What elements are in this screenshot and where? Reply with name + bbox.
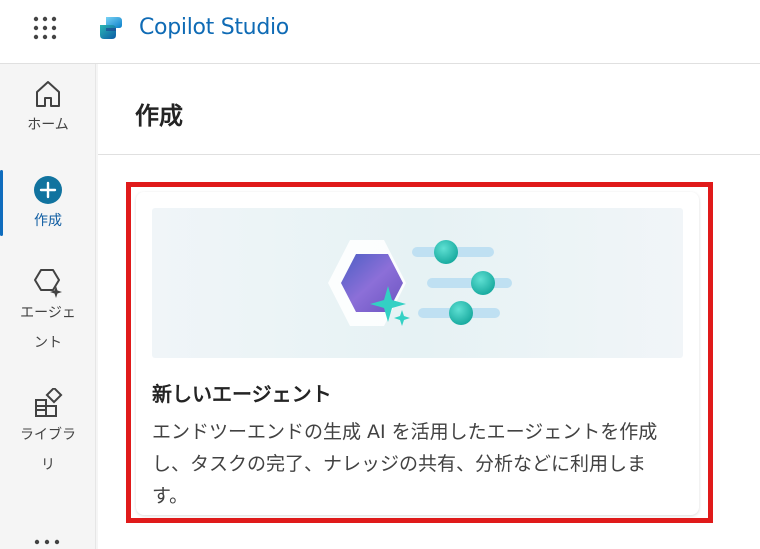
copilot-studio-logo [100, 17, 122, 39]
nav-item-library[interactable]: ライブラ リ [0, 388, 96, 480]
nav-label-agents-1: エージェ [20, 305, 76, 321]
new-agent-card[interactable]: 新しいエージェント エンドツーエンドの生成 AI を活用したエージェントを作成し… [136, 192, 699, 515]
left-nav: ホーム 作成 エージェ ント ライブラ リ [0, 64, 96, 549]
nav-item-create[interactable]: 作成 [0, 174, 96, 236]
main-content: 作成 新しいエージェント エンドツーエンドの生成 AI を活用したエージェントを… [98, 64, 760, 549]
nav-label-agents-2: ント [34, 335, 62, 351]
home-icon [36, 81, 60, 107]
title-divider [98, 154, 760, 155]
more-icon[interactable] [33, 534, 61, 546]
page-title: 作成 [135, 102, 183, 130]
add-circle-icon [34, 176, 62, 204]
nav-item-agents[interactable]: エージェ ント [0, 266, 96, 358]
card-illustration [152, 208, 683, 358]
top-bar: Copilot Studio [0, 0, 760, 64]
card-description: エンドツーエンドの生成 AI を活用したエージェントを作成し、タスクの完了、ナレ… [152, 421, 658, 507]
card-title: 新しいエージェント [152, 382, 332, 406]
app-title[interactable]: Copilot Studio [139, 15, 289, 40]
nav-label-home: ホーム [27, 117, 69, 133]
nav-label-library-1: ライブラ [20, 427, 76, 443]
nav-item-home[interactable]: ホーム [0, 78, 96, 140]
library-icon [35, 388, 63, 417]
nav-label-create: 作成 [34, 213, 62, 229]
agent-icon [34, 269, 62, 298]
agent-illustration-icon [328, 240, 512, 326]
nav-label-library-2: リ [41, 457, 55, 473]
app-launcher-icon[interactable] [31, 14, 59, 42]
